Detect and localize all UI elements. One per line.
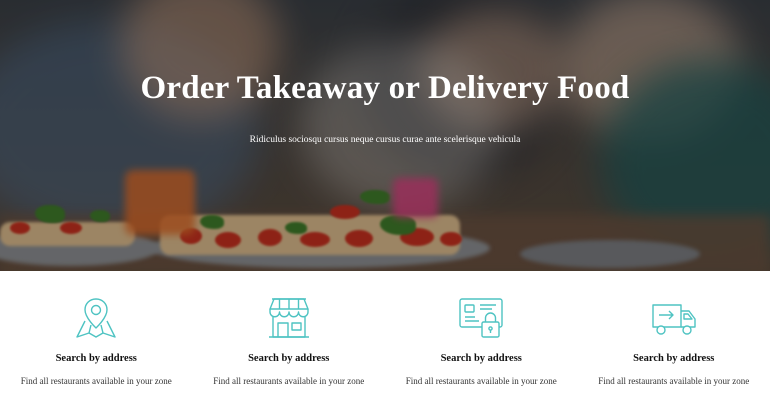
feature-item[interactable]: Search by address Find all restaurants a… xyxy=(385,271,578,400)
feature-item[interactable]: Search by address Find all restaurants a… xyxy=(578,271,770,400)
features-row: Search by address Find all restaurants a… xyxy=(0,271,770,400)
delivery-truck-icon xyxy=(649,293,699,343)
hero-title: Order Takeaway or Delivery Food xyxy=(140,70,630,106)
feature-title: Search by address xyxy=(55,353,137,364)
map-pin-icon xyxy=(71,293,121,343)
feature-title: Search by address xyxy=(440,353,522,364)
feature-description: Find all restaurants available in your z… xyxy=(213,376,365,386)
feature-title: Search by address xyxy=(633,353,715,364)
hero-subtitle: Ridiculus sociosqu cursus neque cursus c… xyxy=(249,135,521,145)
feature-description: Find all restaurants available in your z… xyxy=(405,376,557,386)
storefront-icon xyxy=(264,293,314,343)
secure-card-icon xyxy=(456,293,506,343)
feature-description: Find all restaurants available in your z… xyxy=(20,376,172,386)
feature-item[interactable]: Search by address Find all restaurants a… xyxy=(0,271,193,400)
hero-banner: Order Takeaway or Delivery Food Ridiculu… xyxy=(0,0,770,271)
feature-title: Search by address xyxy=(248,353,330,364)
feature-item[interactable]: Search by address Find all restaurants a… xyxy=(193,271,386,400)
feature-description: Find all restaurants available in your z… xyxy=(598,376,750,386)
